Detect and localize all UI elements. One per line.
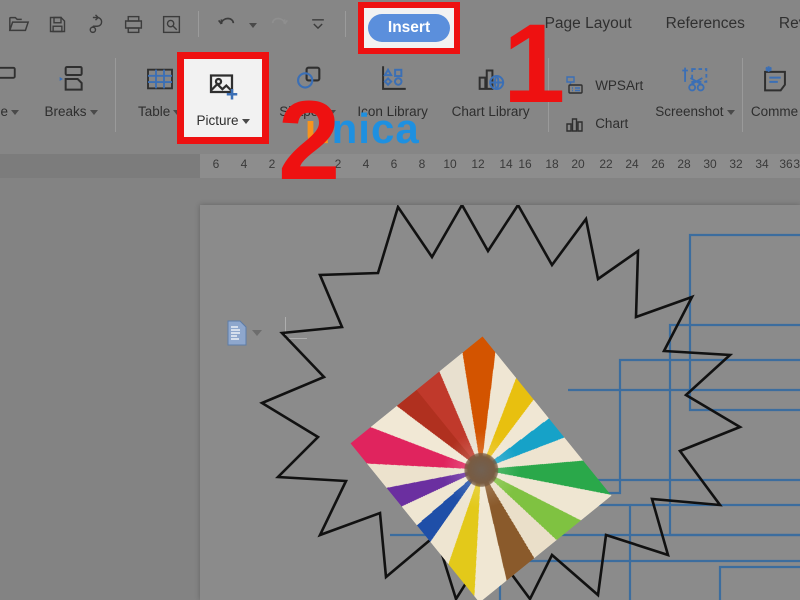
ribbon-divider-1 [115,58,116,132]
ruler-number: 30 [703,157,716,171]
ribbon-label-page: ge [0,104,19,119]
ruler-number: 20 [571,157,584,171]
tab-insert-label[interactable]: Insert [368,14,450,43]
ribbon-label-breaks: Breaks [44,104,97,119]
ribbon-group-pages: ge Breaks [0,48,108,154]
ruler-number: 26 [651,157,664,171]
table-icon [137,56,183,102]
breaks-label-text: Breaks [44,104,86,119]
annotation-number-2: 2 [278,85,340,197]
chart-icon [561,109,589,137]
ruler-number: 38 [793,157,800,171]
ribbon-label-comment: Comme [751,104,798,119]
screenshot-label-text: Screenshot [655,104,723,119]
redo-icon[interactable] [263,7,297,41]
ruler-number: 14 [499,157,512,171]
picture-label: Picture [196,113,249,128]
comment-label-text: Comme [751,104,798,119]
ruler-number: 36 [779,157,792,171]
open-icon[interactable] [2,7,36,41]
ruler-number: 4 [241,157,248,171]
document-area[interactable] [0,178,800,600]
share-icon[interactable] [78,7,112,41]
ribbon-label-chart: Chart [595,116,628,131]
wps-writer-window: Home Insert Page Layout References Revie… [0,0,800,600]
ruler-number: 2 [269,157,276,171]
chevron-down-icon[interactable] [11,110,19,115]
customize-icon[interactable] [301,7,335,41]
ruler-number: 18 [545,157,558,171]
ribbon-group-wpsart-chart: WPSArt Chart [555,48,649,154]
wpsart-icon [561,71,589,99]
ruler-number: 4 [363,157,370,171]
ruler-number: 6 [391,157,398,171]
ribbon-button-breaks[interactable]: Breaks [34,48,108,144]
ribbon-divider-3 [742,58,743,132]
comment-icon [752,56,798,102]
ribbon-label-table: Table [138,104,181,119]
ribbon-label-wpsart: WPSArt [595,78,643,93]
chevron-down-icon[interactable] [242,119,250,124]
ruler-number: 34 [755,157,768,171]
picture-icon [205,68,241,109]
save-icon[interactable] [40,7,74,41]
annotation-number-1: 1 [503,8,565,120]
page-label-text: ge [0,104,8,119]
horizontal-ruler[interactable]: 6422468101214161820222426283032343638 [0,154,800,178]
chevron-down-icon[interactable] [727,110,735,115]
ruler-number: 16 [518,157,531,171]
icon-library-icon [370,56,416,102]
print-icon[interactable] [116,7,150,41]
qat-divider [198,11,199,37]
picture-button-highlight[interactable]: Picture [177,52,269,144]
insert-tab-highlight[interactable]: Insert [358,2,460,54]
ribbon-button-comment[interactable]: Comme [749,48,800,144]
unica-rest: nica [332,105,420,152]
ruler-number: 32 [729,157,742,171]
ribbon-button-wpsart[interactable]: WPSArt [555,69,649,101]
tab-review[interactable]: Review [762,0,800,48]
ruler-number: 6 [213,157,220,171]
ribbon-button-screenshot[interactable]: Screenshot [655,48,734,144]
breaks-icon [48,56,94,102]
ribbon-label-screenshot: Screenshot [655,104,734,119]
ruler-number: 24 [625,157,638,171]
ruler-number: 28 [677,157,690,171]
table-label-text: Table [138,104,170,119]
page-icon [0,56,29,102]
qat-divider-2 [345,11,346,37]
undo-icon[interactable] [209,7,243,41]
picture-label-text: Picture [196,113,238,128]
ruler-number: 12 [471,157,484,171]
document-page[interactable] [200,205,800,600]
ribbon-button-chart[interactable]: Chart [555,107,649,139]
ruler-number: 10 [443,157,456,171]
print-preview-icon[interactable] [154,7,188,41]
ruler-inner: 6422468101214161820222426283032343638 [0,154,800,178]
ribbon-button-page[interactable]: ge [0,48,34,144]
ruler-number: 8 [419,157,426,171]
quick-access-toolbar [0,0,352,48]
undo-dropdown-icon[interactable] [247,7,259,41]
screenshot-icon [672,56,718,102]
ruler-number: 22 [599,157,612,171]
tab-references[interactable]: References [649,0,762,48]
chevron-down-icon[interactable] [90,110,98,115]
